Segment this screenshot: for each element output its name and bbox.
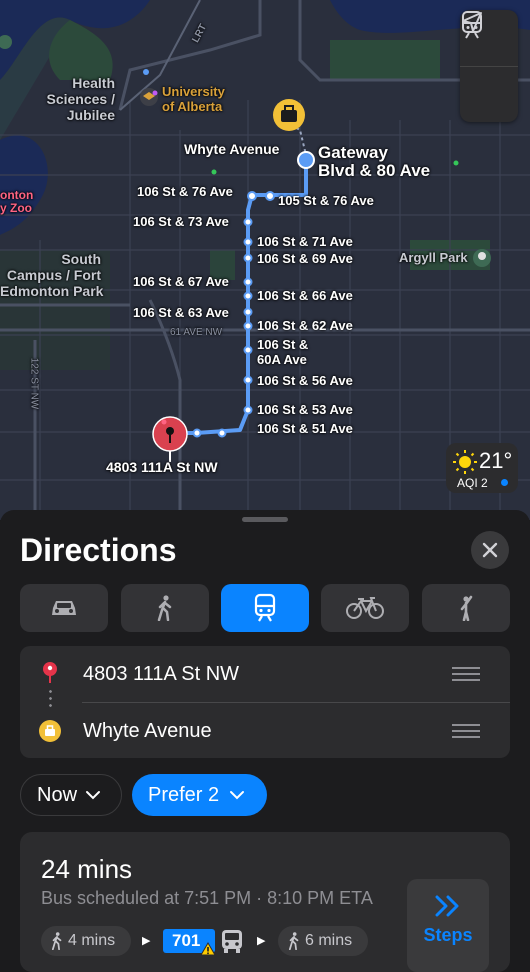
argyll-park-label: Argyll Park: [399, 250, 468, 265]
gateway-label: Gateway Blvd & 80 Ave: [318, 143, 431, 180]
walk-duration: 6 mins: [305, 932, 353, 949]
bus-icon: [222, 930, 242, 953]
reorder-handle-icon[interactable]: [452, 720, 480, 742]
close-icon: [482, 542, 498, 558]
tram-icon: [254, 593, 276, 622]
double-chevron-right-icon: [435, 895, 459, 917]
origin-label: 4803 111A St NW: [106, 459, 218, 475]
stop-label: 106 St & 76 Ave: [137, 184, 233, 199]
car-icon: [52, 601, 76, 615]
stop-label: 106 St & 73 Ave: [133, 214, 229, 229]
health-sciences-label: Health Sciences / Jubilee: [46, 75, 116, 123]
stop-label: 106 St & 69 Ave: [257, 251, 353, 266]
stop-label: 106 St & 60A Ave: [257, 337, 309, 367]
origin-pin-icon: [43, 662, 57, 683]
warning-icon: [200, 942, 216, 956]
stop-label: 106 St & 63 Ave: [133, 305, 229, 320]
whyte-avenue-label: Whyte Avenue: [184, 141, 280, 157]
to-value: Whyte Avenue: [83, 719, 212, 742]
stop-label: 106 St & 51 Ave: [257, 421, 353, 436]
mode-transit-button[interactable]: [221, 584, 309, 632]
steps-button[interactable]: Steps: [407, 879, 489, 972]
walk-duration: 4 mins: [68, 932, 116, 949]
street-label-61ave: 61 AVE NW: [170, 327, 223, 338]
directions-sheet: Directions 4803 111A St NW Whyte Avenue …: [0, 510, 530, 972]
stop-label: 106 St & 53 Ave: [257, 402, 353, 417]
bicycle-icon: [346, 597, 384, 619]
shopping-bag-icon: [39, 720, 61, 742]
stop-label: 106 St & 62 Ave: [257, 318, 353, 333]
segment-arrow-icon: ▶: [257, 935, 266, 947]
to-row[interactable]: Whyte Avenue: [20, 703, 510, 759]
from-value: 4803 111A St NW: [83, 662, 240, 685]
walking-icon: [51, 932, 62, 950]
aqi-label: AQI 2: [457, 476, 488, 490]
walking-icon: [288, 932, 299, 950]
south-campus-label: South Campus / Fort Edmonton Park: [0, 251, 104, 299]
duration: 24 mins: [41, 854, 133, 884]
preferences-value: Prefer 2: [148, 783, 220, 806]
stop-label: 106 St & 71 Ave: [257, 234, 353, 249]
hail-icon: [460, 595, 473, 621]
stop-label: 105 St & 76 Ave: [278, 193, 374, 208]
route-result-card[interactable]: 24 mins Bus scheduled at 7:51 PM · 8:10 …: [20, 832, 510, 972]
aqi-dot: [501, 479, 508, 486]
mode-cycle-button[interactable]: [321, 584, 409, 632]
walking-icon: [157, 595, 172, 621]
preferences-dropdown[interactable]: Prefer 2: [132, 774, 267, 816]
chevron-down-icon: [86, 791, 101, 800]
weather-widget[interactable]: 21° AQI 2: [446, 443, 518, 493]
walk-segment: 4 mins: [41, 926, 131, 956]
transport-mode-bar: [20, 584, 510, 632]
mode-walk-button[interactable]: [121, 584, 209, 632]
stop-label: 106 St & 67 Ave: [133, 274, 229, 289]
sun-icon: [453, 450, 477, 474]
zoo-label: onton y Zoo: [0, 188, 34, 215]
chevron-down-icon: [230, 791, 245, 800]
departure-time-dropdown[interactable]: Now: [20, 774, 122, 816]
destination-dot: [297, 151, 315, 169]
map-view[interactable]: Health Sciences / Jubilee University of …: [0, 0, 530, 520]
segment-arrow-icon: ▶: [142, 935, 151, 947]
from-row[interactable]: 4803 111A St NW: [20, 646, 510, 702]
steps-label: Steps: [423, 925, 473, 945]
current-location-button[interactable]: [460, 12, 518, 123]
departure-time-value: Now: [37, 783, 78, 806]
page-title: Directions: [20, 532, 177, 568]
walk-segment: 6 mins: [278, 926, 368, 956]
reorder-handle-icon[interactable]: [452, 663, 480, 685]
sheet-grabber[interactable]: [242, 517, 288, 522]
temperature: 21°: [479, 448, 513, 473]
schedule-text: Bus scheduled at 7:51 PM · 8:10 PM ETA: [41, 888, 373, 908]
close-button[interactable]: [471, 531, 509, 569]
route-endpoints: 4803 111A St NW Whyte Avenue: [20, 646, 510, 758]
map-controls: [460, 10, 518, 122]
location-arrow-icon: [462, 12, 482, 32]
shopping-pin-icon[interactable]: [273, 99, 305, 131]
street-label-122st: 122 ST NW: [28, 357, 40, 410]
university-label: University of Alberta: [162, 84, 225, 114]
mode-drive-button[interactable]: [20, 584, 108, 632]
stop-label: 106 St & 56 Ave: [257, 373, 353, 388]
stop-label: 106 St & 66 Ave: [257, 288, 353, 303]
mode-ride-button[interactable]: [422, 584, 510, 632]
